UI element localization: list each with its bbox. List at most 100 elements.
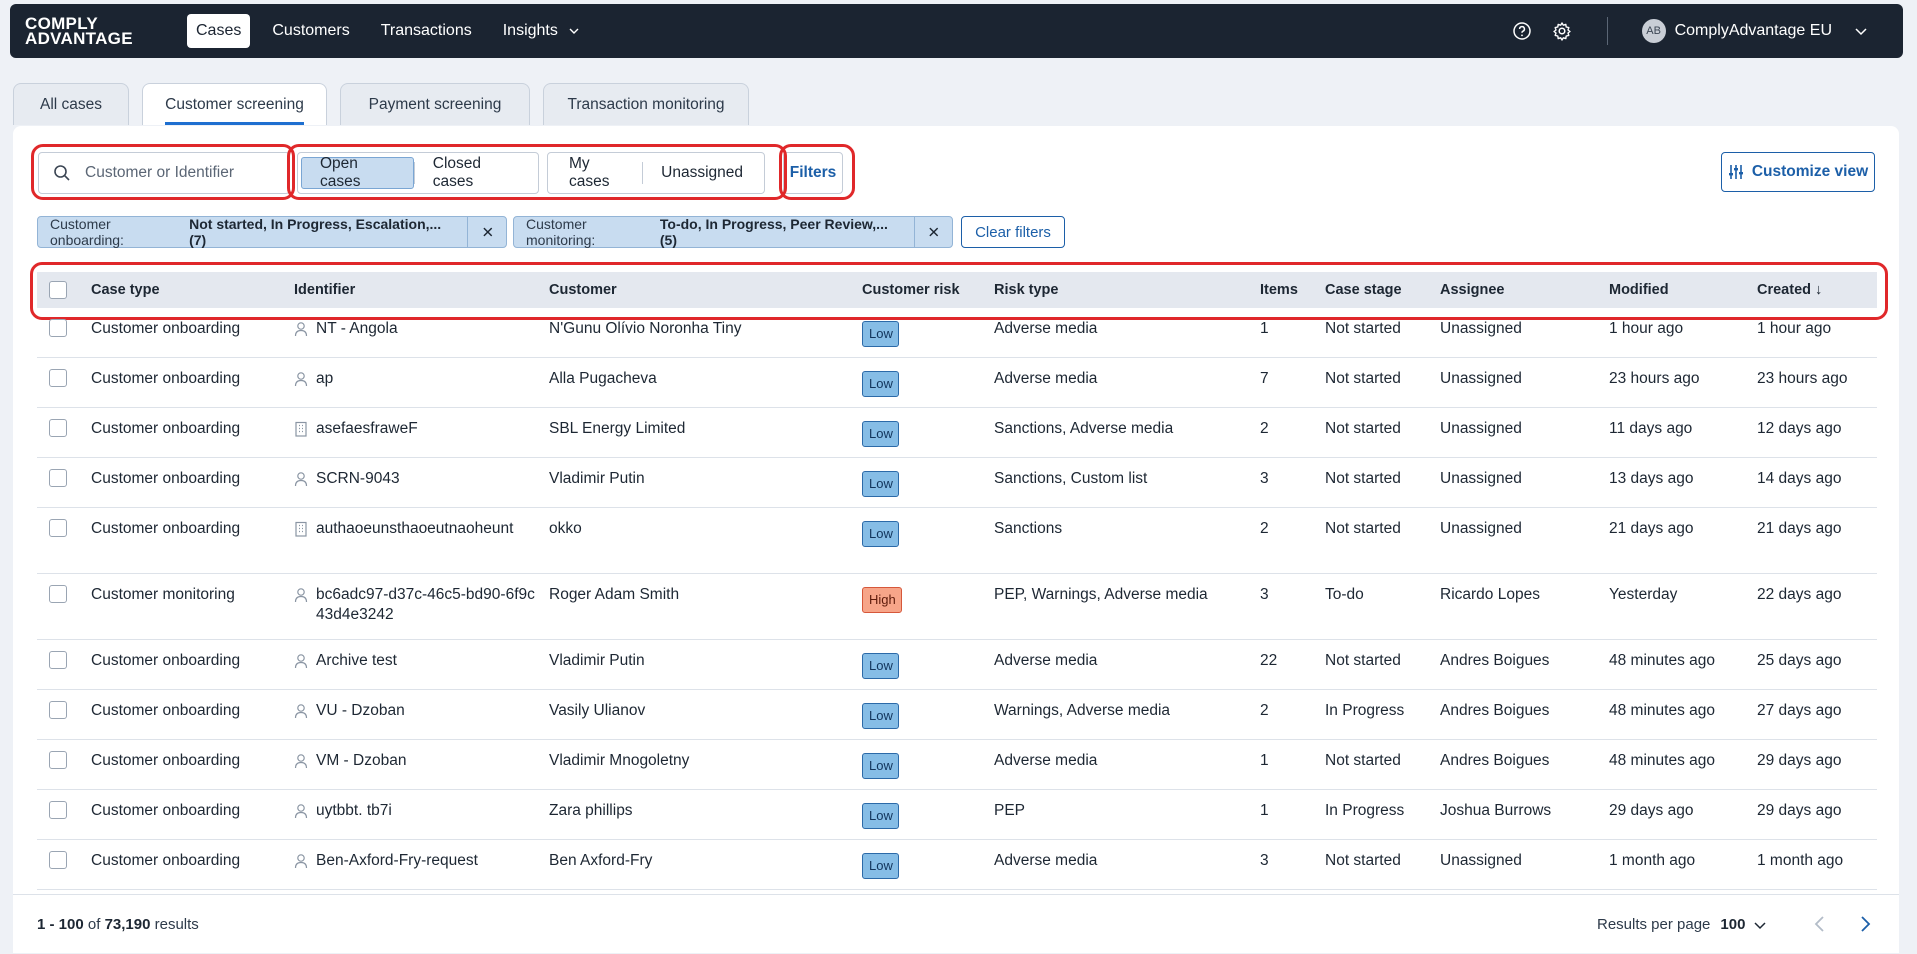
my-cases-button[interactable]: My cases: [551, 155, 642, 190]
col-risk-type[interactable]: Risk type: [994, 282, 1260, 298]
cell-customer: Zara phillips: [549, 802, 633, 819]
avatar[interactable]: AB: [1641, 19, 1666, 43]
row-checkbox[interactable]: [49, 801, 67, 819]
row-checkbox[interactable]: [49, 585, 67, 603]
cell-assignee: Unassigned: [1440, 370, 1522, 387]
tab-customer-screening[interactable]: Customer screening: [142, 83, 327, 125]
tab-payment-screening[interactable]: Payment screening: [340, 83, 530, 125]
risk-badge: Low: [862, 321, 899, 347]
identifier-text: VM - Dzoban: [316, 752, 407, 769]
row-checkbox[interactable]: [49, 519, 67, 537]
table-row[interactable]: Customer onboarding Archive test Vladimir …: [37, 640, 1877, 690]
row-checkbox[interactable]: [49, 419, 67, 437]
account-name[interactable]: ComplyAdvantage EU: [1675, 22, 1832, 40]
nav-transactions[interactable]: Transactions: [372, 14, 481, 48]
col-case-stage[interactable]: Case stage: [1325, 282, 1440, 298]
filters-button[interactable]: Filters: [783, 152, 843, 194]
company-icon: [295, 521, 307, 537]
next-page-icon[interactable]: [1854, 913, 1876, 935]
col-identifier[interactable]: Identifier: [294, 282, 549, 298]
risk-badge: Low: [862, 471, 899, 497]
row-checkbox[interactable]: [49, 851, 67, 869]
table-row[interactable]: Customer onboarding uytbbt. tb7i Zara phil…: [37, 790, 1877, 840]
logo[interactable]: COMPLY ADVANTAGE: [25, 15, 165, 47]
table-row[interactable]: Customer onboarding Ben-Axford-Fry-reques…: [37, 840, 1877, 890]
customize-view-button[interactable]: Customize view: [1721, 152, 1875, 192]
cell-case-stage: In Progress: [1325, 802, 1405, 819]
person-icon: [294, 854, 308, 869]
table-row[interactable]: Customer onboarding asefaesfraweF SBL Ener…: [37, 408, 1877, 458]
nav-customers[interactable]: Customers: [263, 14, 358, 48]
chip-value: Not started, In Progress, Escalation,...…: [189, 216, 442, 248]
cell-customer-risk: Low: [862, 508, 994, 547]
person-icon: [294, 472, 308, 487]
closed-cases-button[interactable]: Closed cases: [415, 155, 535, 190]
table-row[interactable]: Customer onboarding VM - Dzoban Vladimir M…: [37, 740, 1877, 790]
cell-assignee: Ricardo Lopes: [1440, 586, 1540, 603]
close-icon[interactable]: [926, 224, 942, 240]
risk-badge: Low: [862, 853, 899, 879]
col-customer[interactable]: Customer: [549, 282, 862, 298]
row-checkbox[interactable]: [49, 369, 67, 387]
row-select-cell: [37, 458, 91, 487]
table-row[interactable]: Customer onboarding authaoeunsthaoeutnaoh…: [37, 508, 1877, 574]
row-checkbox[interactable]: [49, 319, 67, 337]
col-assignee[interactable]: Assignee: [1440, 282, 1609, 298]
nav-insights-label: Insights: [502, 22, 558, 39]
cell-customer-risk: Low: [862, 690, 994, 729]
help-icon[interactable]: [1511, 20, 1533, 42]
row-checkbox[interactable]: [49, 751, 67, 769]
cell-customer-risk: Low: [862, 840, 994, 879]
cell-identifier: VU - Dzoban: [294, 690, 549, 721]
risk-badge: Low: [862, 521, 899, 547]
table-row[interactable]: Customer monitoring bc6adc97-d37c-46c5-bd…: [37, 574, 1877, 640]
chevron-down-icon[interactable]: [1854, 24, 1868, 38]
col-created[interactable]: Created ↓: [1757, 282, 1877, 298]
prev-page-icon[interactable]: [1809, 913, 1831, 935]
cell-customer-risk: High: [862, 574, 994, 613]
cell-risk-type: Adverse media: [994, 320, 1098, 337]
cell-modified: 23 hours ago: [1609, 370, 1700, 387]
cell-risk-type: Adverse media: [994, 752, 1098, 769]
select-all-checkbox[interactable]: [49, 281, 67, 299]
table-row[interactable]: Customer onboarding SCRN-9043 Vladimir Put…: [37, 458, 1877, 508]
open-cases-button[interactable]: Open cases: [301, 155, 414, 190]
sliders-icon: [1728, 165, 1743, 179]
search-input[interactable]: [83, 163, 267, 183]
tab-transaction-monitoring[interactable]: Transaction monitoring: [543, 83, 749, 125]
col-items[interactable]: Items: [1260, 282, 1325, 298]
gear-icon[interactable]: [1551, 20, 1573, 42]
cell-created: 27 days ago: [1757, 702, 1842, 719]
row-checkbox[interactable]: [49, 469, 67, 487]
cell-assignee: Andres Boigues: [1440, 702, 1550, 719]
unassigned-button[interactable]: Unassigned: [643, 157, 761, 189]
cell-modified: 48 minutes ago: [1609, 652, 1715, 669]
cell-identifier: authaoeunsthaoeutnaoheunt: [294, 508, 549, 539]
nav-insights[interactable]: Insights: [494, 14, 589, 48]
table-row[interactable]: Customer onboarding VU - Dzoban Vasily Uli…: [37, 690, 1877, 740]
chip-label: Customer onboarding:: [50, 216, 124, 248]
cell-case-stage: Not started: [1325, 470, 1401, 487]
col-modified[interactable]: Modified: [1609, 282, 1757, 298]
cell-case-stage: Not started: [1325, 370, 1401, 387]
cell-identifier: bc6adc97-d37c-46c5-bd90-6f9c43d4e3242: [294, 574, 549, 625]
row-checkbox[interactable]: [49, 701, 67, 719]
table-body: Customer onboarding NT - Angola N'Gunu Olí…: [37, 308, 1877, 890]
close-icon[interactable]: [480, 224, 496, 240]
row-select-cell: [37, 358, 91, 387]
cell-customer: okko: [549, 520, 582, 537]
cell-assignee: Unassigned: [1440, 420, 1522, 437]
tab-all-cases[interactable]: All cases: [13, 83, 129, 125]
clear-filters-button[interactable]: Clear filters: [961, 216, 1065, 248]
row-checkbox[interactable]: [49, 651, 67, 669]
table-row[interactable]: Customer onboarding ap Alla Pugacheva Low Ad…: [37, 358, 1877, 408]
cell-created: 23 hours ago: [1757, 370, 1848, 387]
cell-modified: 48 minutes ago: [1609, 752, 1715, 769]
risk-badge: Low: [862, 371, 899, 397]
table-row[interactable]: Customer onboarding NT - Angola N'Gunu Olí…: [37, 308, 1877, 358]
results-per-page[interactable]: Results per page 100: [1597, 916, 1767, 933]
results-range: 1 - 100: [37, 916, 84, 933]
col-case-type[interactable]: Case type: [91, 282, 294, 298]
nav-cases[interactable]: Cases: [187, 14, 251, 48]
col-customer-risk[interactable]: Customer risk: [862, 282, 994, 298]
